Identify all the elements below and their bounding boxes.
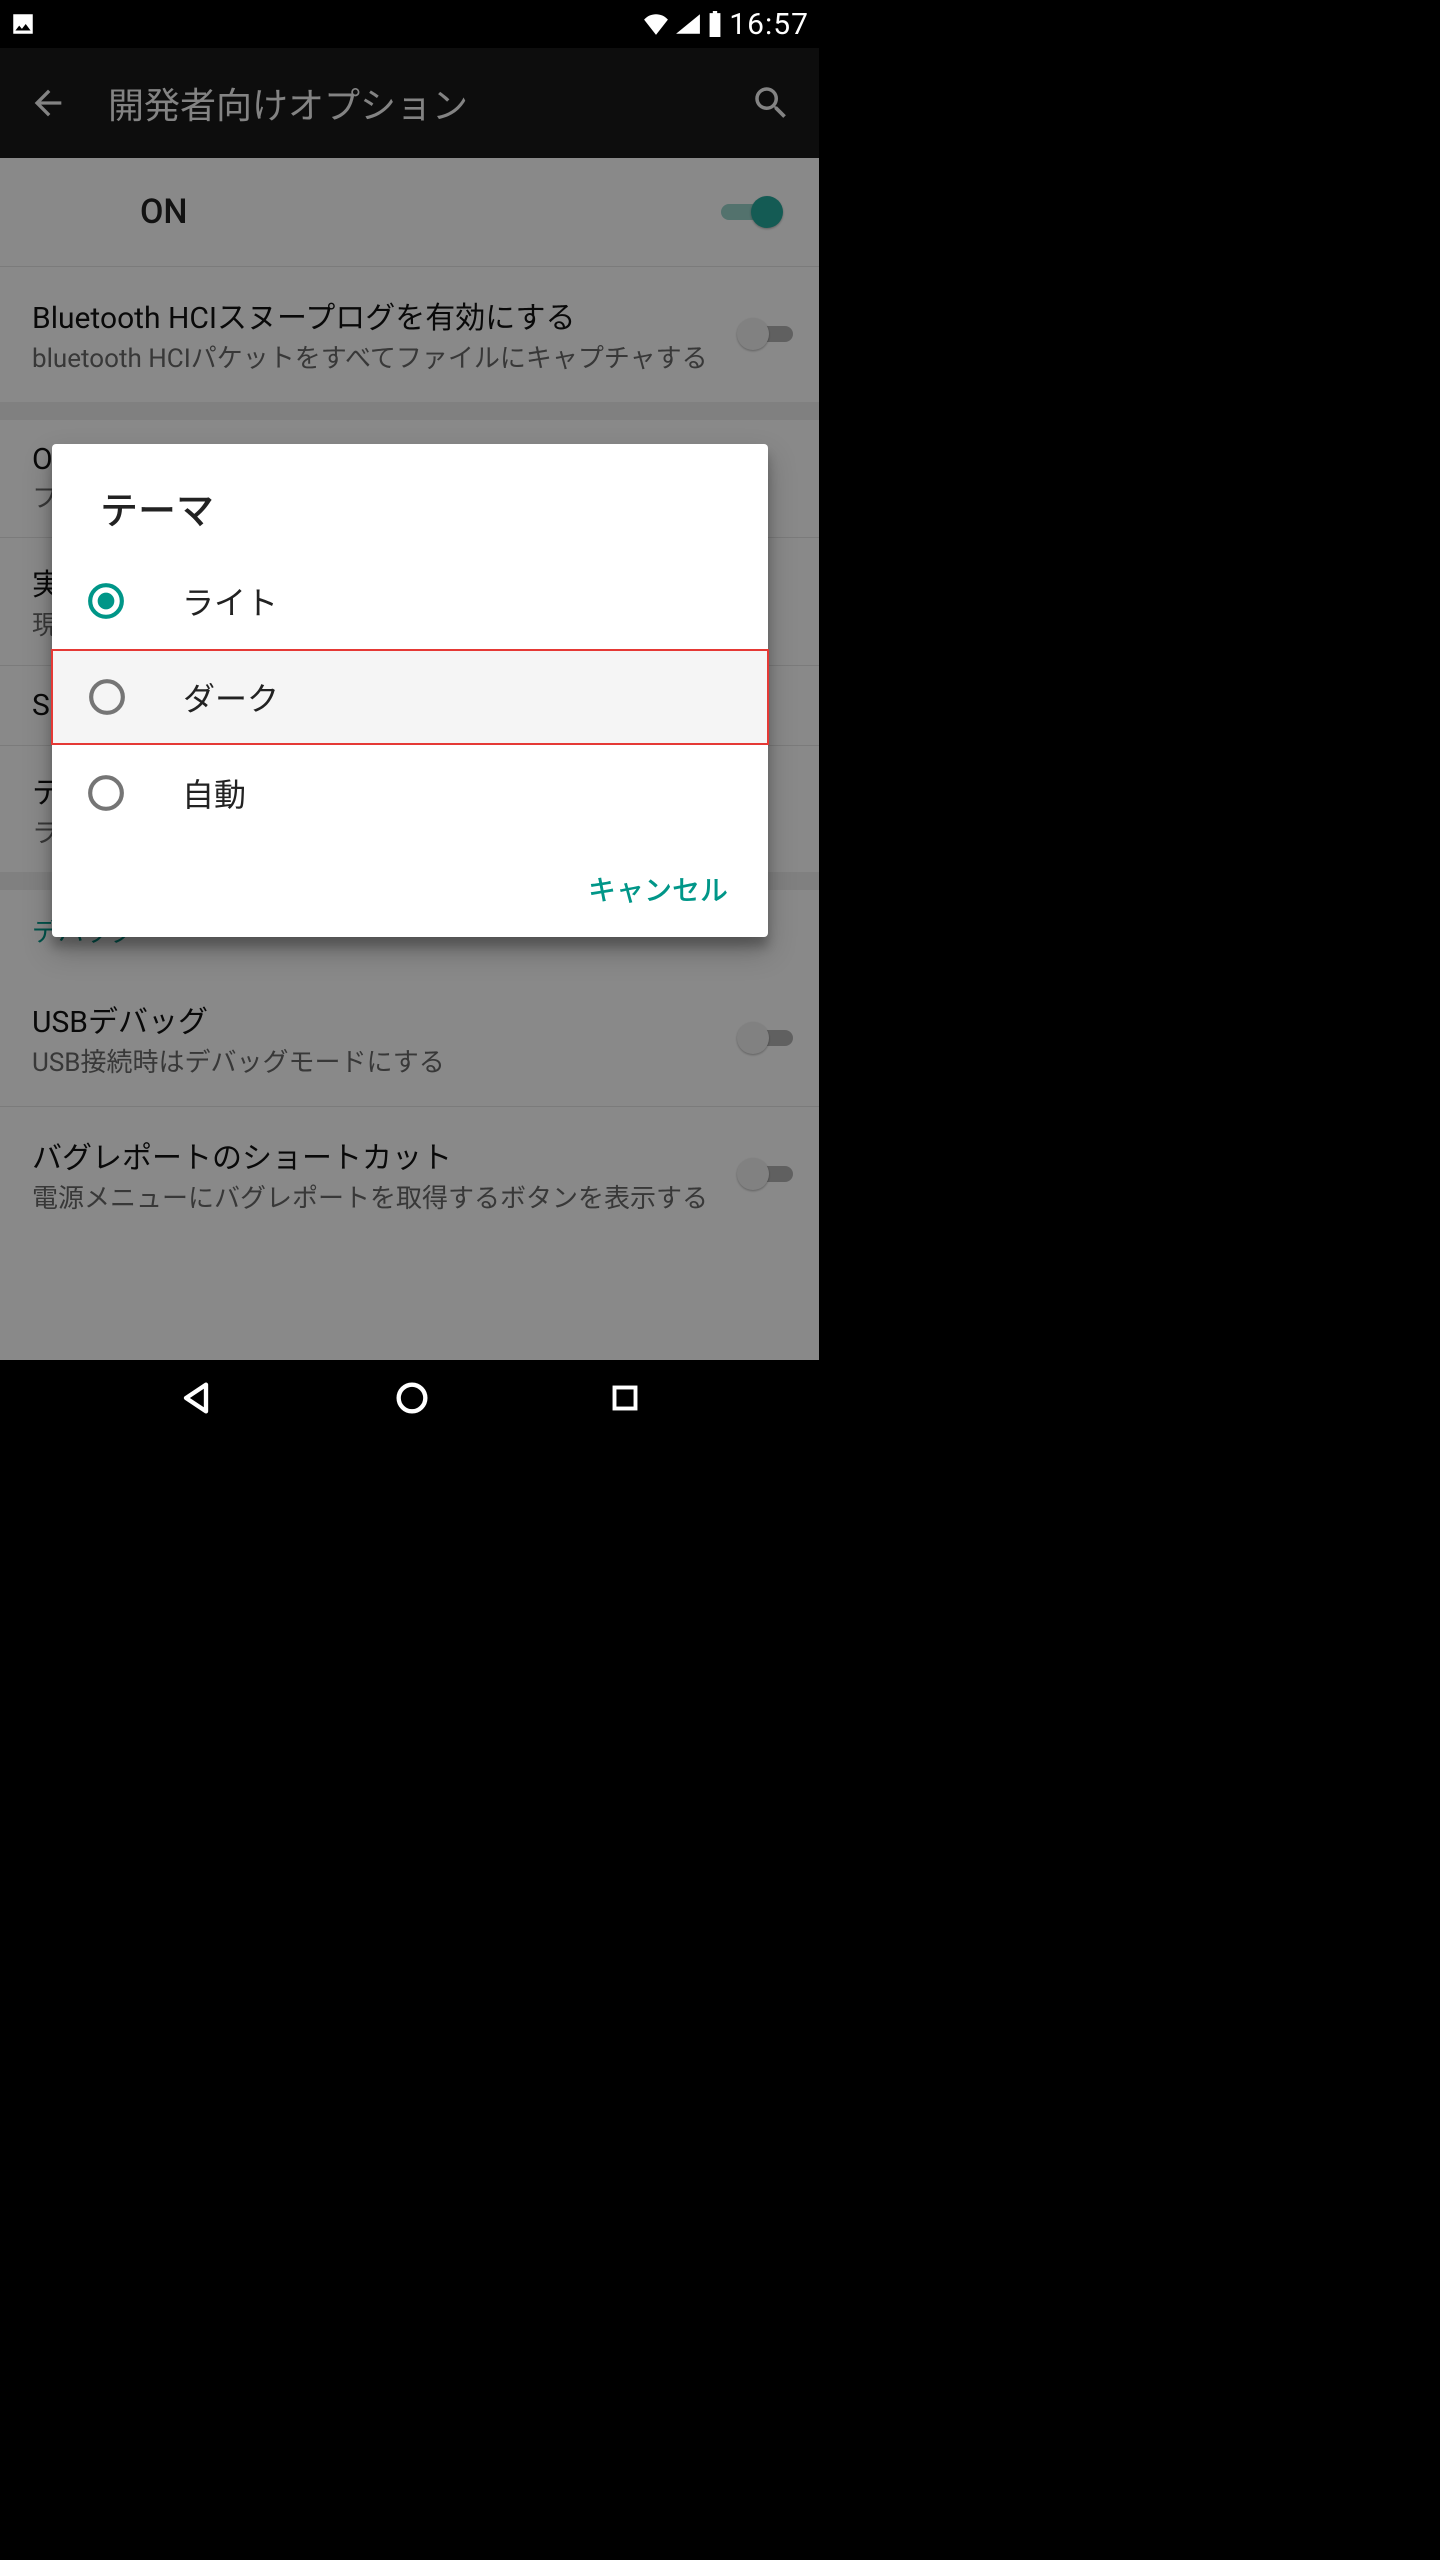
cancel-button[interactable]: キャンセル (588, 869, 728, 909)
wifi-icon (643, 13, 669, 35)
option-label: ダーク (183, 674, 279, 720)
option-label: 自動 (182, 770, 246, 816)
nav-recents-button[interactable] (607, 1380, 643, 1420)
theme-option-light[interactable]: ライト (52, 553, 768, 649)
picture-icon (10, 11, 36, 37)
radio-selected-icon (86, 581, 126, 621)
battery-icon (707, 11, 723, 37)
screen: 16:57 開発者向けオプション ON Bluetooth HCIスヌープログを… (0, 0, 819, 1440)
status-bar: 16:57 (0, 0, 819, 48)
square-recents-icon (607, 1380, 643, 1416)
circle-home-icon (392, 1378, 432, 1418)
signal-icon (675, 13, 701, 35)
nav-home-button[interactable] (392, 1378, 432, 1422)
navigation-bar (0, 1360, 819, 1440)
nav-back-button[interactable] (176, 1378, 216, 1422)
dialog-title: テーマ (52, 444, 768, 553)
theme-option-auto[interactable]: 自動 (52, 745, 768, 841)
radio-unselected-icon (86, 773, 126, 813)
option-label: ライト (182, 578, 278, 624)
clock-time: 16:57 (729, 7, 809, 42)
theme-option-dark[interactable]: ダーク (51, 649, 769, 745)
triangle-back-icon (176, 1378, 216, 1418)
theme-dialog: テーマ ライト ダーク 自動 キャンセル (52, 444, 768, 937)
radio-unselected-icon (87, 677, 127, 717)
